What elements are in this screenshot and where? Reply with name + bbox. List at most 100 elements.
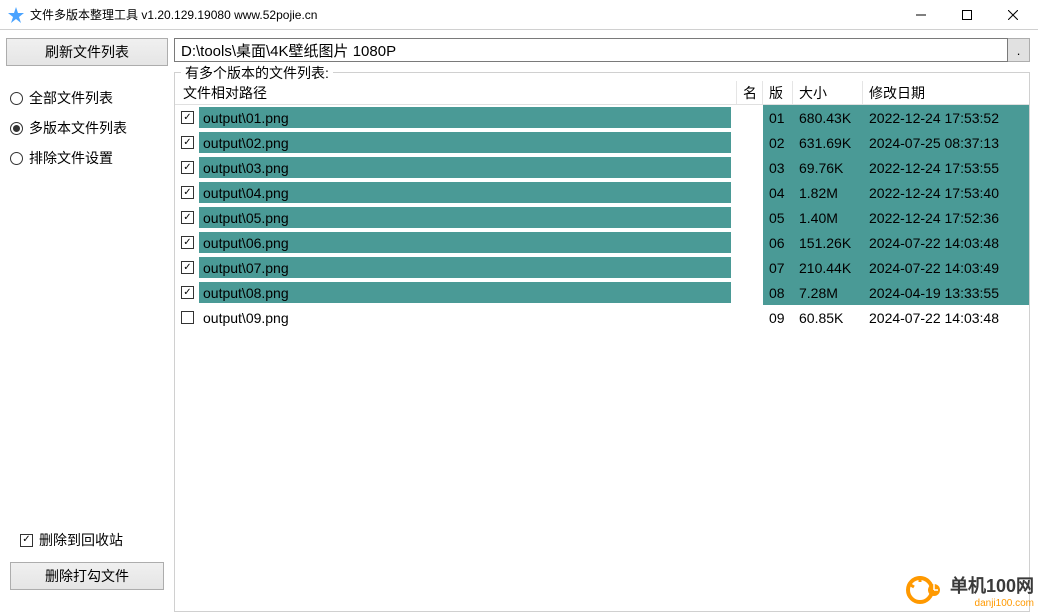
cell-path: output\06.png bbox=[199, 232, 731, 253]
sidebar-bottom: 删除到回收站 删除打勾文件 bbox=[6, 526, 168, 604]
cell-version: 07 bbox=[763, 255, 793, 280]
main-panel: . 有多个版本的文件列表: 文件相对路径 名 版 大小 修改日期 output\… bbox=[174, 30, 1038, 612]
header-size[interactable]: 大小 bbox=[793, 81, 863, 104]
row-checkbox[interactable] bbox=[181, 311, 194, 324]
cell-name bbox=[737, 105, 763, 130]
cell-name bbox=[737, 305, 763, 330]
minimize-button[interactable] bbox=[898, 0, 944, 30]
cell-size: 680.43K bbox=[793, 105, 863, 130]
cell-name bbox=[737, 255, 763, 280]
cell-path: output\03.png bbox=[199, 157, 731, 178]
file-list-group: 有多个版本的文件列表: 文件相对路径 名 版 大小 修改日期 output\01… bbox=[174, 72, 1030, 612]
cell-version: 03 bbox=[763, 155, 793, 180]
table-body[interactable]: output\01.png 01680.43K2022-12-24 17:53:5… bbox=[175, 105, 1029, 611]
recycle-checkbox[interactable]: 删除到回收站 bbox=[20, 530, 164, 550]
table-row[interactable]: output\09.png 0960.85K2024-07-22 14:03:48 bbox=[175, 305, 1029, 330]
header-path[interactable]: 文件相对路径 bbox=[175, 81, 737, 104]
cell-size: 210.44K bbox=[793, 255, 863, 280]
radio-icon bbox=[10, 122, 23, 135]
cell-name bbox=[737, 280, 763, 305]
sidebar: 刷新文件列表 全部文件列表多版本文件列表排除文件设置 删除到回收站 删除打勾文件 bbox=[0, 30, 174, 612]
table-row[interactable]: output\07.png 07210.44K2024-07-22 14:03:4… bbox=[175, 255, 1029, 280]
cell-path: output\02.png bbox=[199, 132, 731, 153]
cell-version: 04 bbox=[763, 180, 793, 205]
cell-path: output\04.png bbox=[199, 182, 731, 203]
browse-button[interactable]: . bbox=[1008, 38, 1030, 62]
cell-path: output\08.png bbox=[199, 282, 731, 303]
cell-name bbox=[737, 205, 763, 230]
row-checkbox[interactable] bbox=[181, 211, 194, 224]
titlebar: 文件多版本整理工具 v1.20.129.19080 www.52pojie.cn bbox=[0, 0, 1038, 30]
cell-date: 2022-12-24 17:53:55 bbox=[863, 155, 1029, 180]
table-row[interactable]: output\06.png 06151.26K2024-07-22 14:03:4… bbox=[175, 230, 1029, 255]
close-button[interactable] bbox=[990, 0, 1036, 30]
recycle-label: 删除到回收站 bbox=[39, 530, 123, 550]
header-version[interactable]: 版 bbox=[763, 81, 793, 104]
table-row[interactable]: output\04.png 041.82M2022-12-24 17:53:40 bbox=[175, 180, 1029, 205]
view-mode-radio[interactable]: 多版本文件列表 bbox=[10, 118, 164, 138]
cell-size: 7.28M bbox=[793, 280, 863, 305]
cell-version: 05 bbox=[763, 205, 793, 230]
cell-name bbox=[737, 130, 763, 155]
cell-date: 2022-12-24 17:53:40 bbox=[863, 180, 1029, 205]
cell-size: 69.76K bbox=[793, 155, 863, 180]
table-row[interactable]: output\08.png 087.28M2024-04-19 13:33:55 bbox=[175, 280, 1029, 305]
cell-name bbox=[737, 180, 763, 205]
radio-icon bbox=[10, 152, 23, 165]
app-icon bbox=[8, 7, 24, 23]
group-label: 有多个版本的文件列表: bbox=[181, 63, 333, 83]
radio-label: 全部文件列表 bbox=[29, 88, 113, 108]
path-row: . bbox=[174, 38, 1030, 62]
row-checkbox[interactable] bbox=[181, 286, 194, 299]
cell-version: 09 bbox=[763, 305, 793, 330]
table-row[interactable]: output\02.png 02631.69K2024-07-25 08:37:1… bbox=[175, 130, 1029, 155]
cell-path: output\07.png bbox=[199, 257, 731, 278]
row-checkbox[interactable] bbox=[181, 261, 194, 274]
row-checkbox[interactable] bbox=[181, 161, 194, 174]
cell-date: 2024-07-22 14:03:48 bbox=[863, 305, 1029, 330]
window-controls bbox=[898, 0, 1036, 29]
radio-label: 多版本文件列表 bbox=[29, 118, 127, 138]
content: 刷新文件列表 全部文件列表多版本文件列表排除文件设置 删除到回收站 删除打勾文件… bbox=[0, 30, 1038, 612]
radio-label: 排除文件设置 bbox=[29, 148, 113, 168]
row-checkbox[interactable] bbox=[181, 236, 194, 249]
table-row[interactable]: output\05.png051.40M2022-12-24 17:52:36 bbox=[175, 205, 1029, 230]
cell-path: output\05.png bbox=[199, 207, 731, 228]
view-mode-radio[interactable]: 排除文件设置 bbox=[10, 148, 164, 168]
cell-path: output\01.png bbox=[199, 107, 731, 128]
file-table: 文件相对路径 名 版 大小 修改日期 output\01.png 01680.43… bbox=[175, 81, 1029, 611]
path-input[interactable] bbox=[174, 38, 1008, 62]
row-checkbox[interactable] bbox=[181, 136, 194, 149]
row-checkbox[interactable] bbox=[181, 186, 194, 199]
cell-name bbox=[737, 230, 763, 255]
cell-size: 1.82M bbox=[793, 180, 863, 205]
delete-checked-button[interactable]: 删除打勾文件 bbox=[10, 562, 164, 590]
table-row[interactable]: output\03.png 0369.76K2022-12-24 17:53:55 bbox=[175, 155, 1029, 180]
cell-date: 2022-12-24 17:53:52 bbox=[863, 105, 1029, 130]
cell-version: 08 bbox=[763, 280, 793, 305]
cell-size: 151.26K bbox=[793, 230, 863, 255]
checkbox-icon bbox=[20, 534, 33, 547]
cell-date: 2024-04-19 13:33:55 bbox=[863, 280, 1029, 305]
cell-name bbox=[737, 155, 763, 180]
maximize-button[interactable] bbox=[944, 0, 990, 30]
cell-date: 2024-07-25 08:37:13 bbox=[863, 130, 1029, 155]
radio-icon bbox=[10, 92, 23, 105]
view-mode-group: 全部文件列表多版本文件列表排除文件设置 bbox=[6, 76, 168, 180]
cell-version: 06 bbox=[763, 230, 793, 255]
table-header: 文件相对路径 名 版 大小 修改日期 bbox=[175, 81, 1029, 105]
cell-date: 2024-07-22 14:03:48 bbox=[863, 230, 1029, 255]
view-mode-radio[interactable]: 全部文件列表 bbox=[10, 88, 164, 108]
cell-version: 02 bbox=[763, 130, 793, 155]
cell-size: 631.69K bbox=[793, 130, 863, 155]
cell-path: output\09.png bbox=[199, 308, 731, 328]
refresh-button[interactable]: 刷新文件列表 bbox=[6, 38, 168, 66]
cell-size: 60.85K bbox=[793, 305, 863, 330]
cell-version: 01 bbox=[763, 105, 793, 130]
row-checkbox[interactable] bbox=[181, 111, 194, 124]
cell-date: 2024-07-22 14:03:49 bbox=[863, 255, 1029, 280]
header-name[interactable]: 名 bbox=[737, 81, 763, 104]
window-title: 文件多版本整理工具 v1.20.129.19080 www.52pojie.cn bbox=[30, 6, 898, 23]
table-row[interactable]: output\01.png 01680.43K2022-12-24 17:53:5… bbox=[175, 105, 1029, 130]
header-date[interactable]: 修改日期 bbox=[863, 81, 1029, 104]
